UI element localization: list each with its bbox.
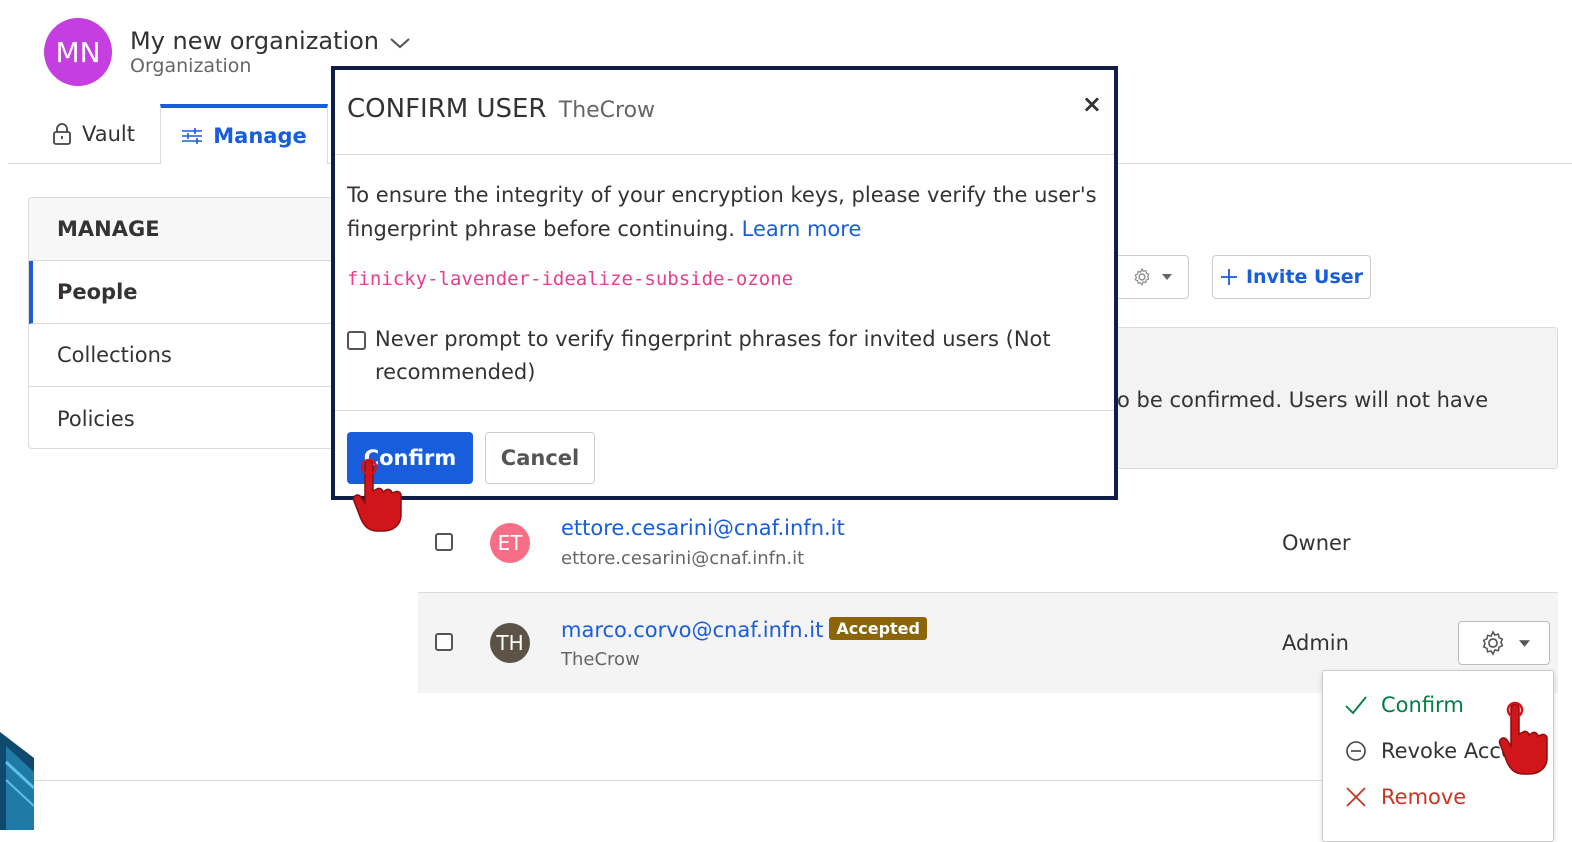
confirm-user-dialog: CONFIRM USER TheCrow × To ensure the int… (331, 66, 1118, 500)
table-row: ET ettore.cesarini@cnaf.infn.it ettore.c… (418, 492, 1558, 592)
sidebar-heading: MANAGE (29, 198, 347, 261)
caret-down-icon (1162, 274, 1172, 280)
tab-vault-label: Vault (82, 122, 135, 146)
never-prompt-checkbox[interactable] (347, 331, 366, 350)
never-prompt-label[interactable]: Never prompt to verify fingerprint phras… (375, 323, 1095, 389)
bulk-actions-button[interactable] (1115, 255, 1189, 299)
dialog-description: To ensure the integrity of your encrypti… (347, 178, 1107, 246)
avatar: TH (490, 623, 530, 663)
caret-down-icon (1518, 639, 1530, 647)
learn-more-link[interactable]: Learn more (742, 217, 862, 241)
close-icon[interactable]: × (1082, 90, 1102, 118)
row-checkbox[interactable] (435, 633, 453, 651)
row-options-button[interactable] (1458, 621, 1550, 665)
status-badge: Accepted (829, 617, 927, 640)
section-divider (28, 780, 1328, 781)
user-subtitle: ettore.cesarini@cnaf.infn.it (561, 548, 805, 569)
lock-icon (53, 123, 71, 145)
org-type-label: Organization (130, 55, 252, 77)
user-role: Admin (1282, 631, 1349, 655)
invite-user-label: Invite User (1245, 266, 1364, 288)
pointer-hand-icon (1498, 701, 1548, 775)
dialog-footer-divider (335, 410, 1114, 411)
user-email-link[interactable]: marco.corvo@cnaf.infn.it (561, 618, 823, 642)
manage-sidebar: MANAGE People Collections Policies (28, 197, 348, 449)
user-email-link[interactable]: ettore.cesarini@cnaf.infn.it (561, 516, 845, 540)
dialog-description-text: To ensure the integrity of your encrypti… (347, 183, 1097, 241)
sidebar-item-policies[interactable]: Policies (29, 387, 347, 448)
menu-item-remove-label: Remove (1381, 785, 1467, 809)
tab-vault[interactable]: Vault (52, 122, 135, 146)
sidebar-item-collections[interactable]: Collections (29, 324, 347, 387)
sidebar-item-people[interactable]: People (29, 261, 347, 324)
dialog-title-text: CONFIRM USER (347, 94, 547, 124)
invite-user-button[interactable]: Invite User (1212, 255, 1371, 299)
row-checkbox[interactable] (435, 533, 453, 551)
sliders-icon (182, 128, 203, 144)
decorative-corner-graphic (0, 732, 34, 830)
menu-item-remove[interactable]: Remove (1345, 785, 1466, 809)
pointer-hand-icon (352, 458, 402, 532)
fingerprint-phrase: finicky-lavender-idealize-subside-ozone (347, 268, 794, 290)
minus-circle-icon (1346, 741, 1366, 761)
gear-icon (1134, 267, 1150, 287)
tab-manage-label: Manage (213, 124, 307, 148)
menu-item-revoke-access[interactable]: Revoke Acce (1345, 739, 1514, 763)
menu-item-confirm[interactable]: Confirm (1345, 693, 1464, 717)
callout-text: o be confirmed. Users will not have (1117, 388, 1489, 412)
org-avatar: MN (44, 18, 112, 86)
gear-icon (1482, 630, 1503, 656)
dialog-title-username: TheCrow (558, 98, 656, 123)
tab-manage[interactable]: Manage (160, 104, 328, 164)
plus-icon (1220, 269, 1237, 285)
menu-item-confirm-label: Confirm (1381, 693, 1464, 717)
org-name[interactable]: My new organization (130, 27, 379, 55)
chevron-down-icon[interactable] (388, 34, 412, 52)
check-icon (1345, 696, 1367, 715)
dialog-title: CONFIRM USER TheCrow (347, 94, 655, 124)
user-role: Owner (1282, 531, 1351, 555)
menu-item-revoke-label: Revoke Acce (1381, 739, 1514, 763)
dialog-header: CONFIRM USER TheCrow × (335, 70, 1114, 155)
user-subtitle: TheCrow (561, 649, 640, 670)
avatar: ET (490, 523, 530, 563)
close-icon (1346, 787, 1366, 807)
cancel-button[interactable]: Cancel (485, 432, 595, 484)
